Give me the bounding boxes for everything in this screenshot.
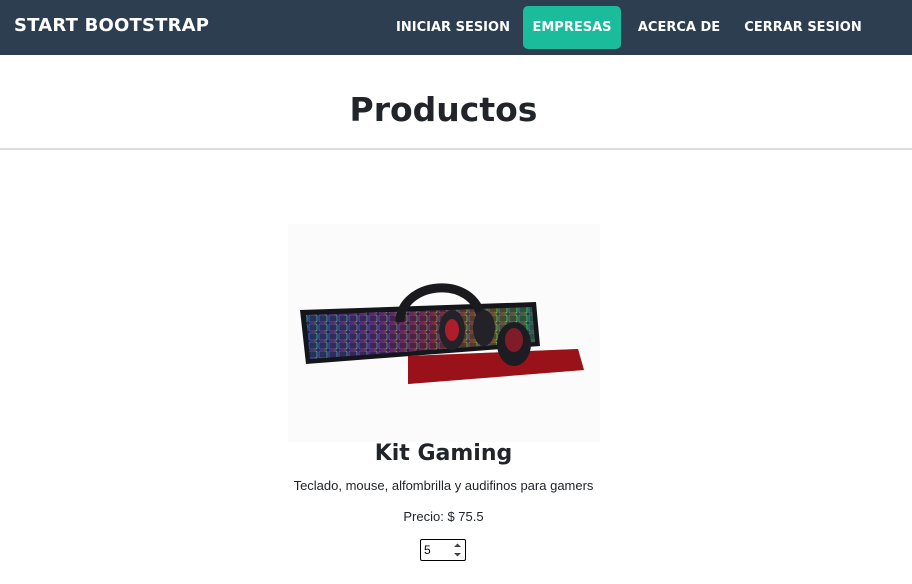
top-navbar: START BOOTSTRAP INICIAR SESION EMPRESAS … <box>0 0 912 55</box>
spin-down-icon[interactable] <box>452 550 463 559</box>
nav-item-empresas[interactable]: EMPRESAS <box>523 6 621 49</box>
quantity-stepper[interactable] <box>420 539 466 561</box>
product-description: Teclado, mouse, alfombrilla y audifinos … <box>293 478 594 493</box>
gaming-kit-image <box>288 224 600 442</box>
page-title: Productos <box>349 90 538 129</box>
spin-up-icon[interactable] <box>452 541 463 550</box>
product-price: Precio: $ 75.5 <box>403 509 484 524</box>
divider <box>0 148 912 150</box>
quantity-input[interactable] <box>424 542 450 558</box>
product-name: Kit Gaming <box>374 441 513 466</box>
nav-item-acerca-de[interactable]: ACERCA DE <box>628 6 730 49</box>
brand-link[interactable]: START BOOTSTRAP <box>14 15 209 36</box>
nav-item-iniciar-sesion[interactable]: INICIAR SESION <box>390 6 516 49</box>
nav-item-cerrar-sesion[interactable]: CERRAR SESION <box>737 6 869 49</box>
